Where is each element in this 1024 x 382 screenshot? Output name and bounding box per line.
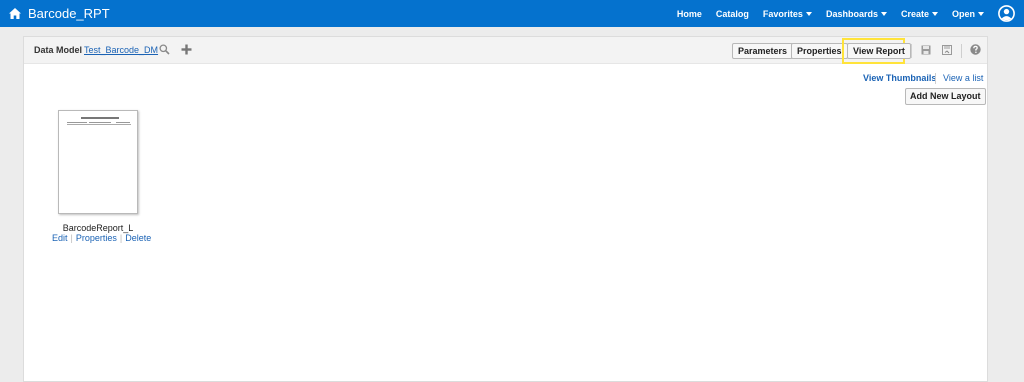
app-header: Barcode_RPT Home Catalog Favorites Dashb… — [0, 0, 1024, 27]
thumbnail-preview-row — [116, 122, 130, 123]
parameters-button[interactable]: Parameters — [732, 43, 794, 59]
thumbnail-preview-row — [89, 122, 111, 123]
data-model-label: Data Model — [34, 45, 83, 55]
chevron-down-icon — [931, 11, 938, 16]
layout-name: BarcodeReport_L — [62, 223, 134, 233]
nav-favorites[interactable]: Favorites — [763, 9, 812, 19]
view-list-link[interactable]: View a list — [943, 73, 983, 83]
thumbnail-preview-row — [67, 124, 131, 125]
nav-open[interactable]: Open — [952, 9, 984, 19]
layout-thumbnail[interactable] — [58, 110, 138, 214]
global-nav: Home Catalog Favorites Dashboards Create… — [663, 0, 984, 27]
nav-create[interactable]: Create — [901, 9, 938, 19]
nav-home-label: Home — [676, 8, 702, 19]
save-icon[interactable] — [921, 45, 931, 55]
view-report-button[interactable]: View Report — [847, 43, 911, 59]
delete-layout-link[interactable]: Delete — [125, 233, 151, 243]
add-new-layout-button[interactable]: Add New Layout — [905, 88, 986, 105]
nav-create-label: Create — [900, 8, 929, 19]
save-as-icon[interactable] — [942, 45, 952, 55]
view-thumbnails-link[interactable]: View Thumbnails — [863, 73, 936, 83]
nav-dashboards-label: Dashboards — [825, 8, 878, 19]
help-icon[interactable] — [970, 44, 981, 55]
nav-open-label: Open — [951, 8, 975, 19]
edit-layout-link[interactable]: Edit — [52, 233, 68, 243]
home-icon[interactable] — [9, 8, 21, 19]
thumbnail-preview-title — [81, 117, 119, 119]
report-editor-panel: Data Model Test_Barcode_DM Parameters Pr… — [23, 36, 988, 382]
action-divider: | — [119, 233, 123, 243]
properties-button[interactable]: Properties — [791, 43, 848, 59]
toolbar-divider — [961, 44, 962, 58]
nav-catalog-label: Catalog — [715, 8, 749, 19]
chevron-down-icon — [805, 11, 812, 16]
plus-icon[interactable] — [181, 44, 192, 55]
thumbnail-preview-row — [67, 122, 87, 123]
chevron-down-icon — [880, 11, 887, 16]
action-divider: | — [70, 233, 73, 243]
layout-actions: Edit | Properties | Delete — [52, 233, 151, 243]
nav-home[interactable]: Home — [677, 9, 702, 19]
view-report-highlight: View Report — [842, 38, 911, 64]
nav-catalog[interactable]: Catalog — [716, 9, 749, 19]
editor-toolbar: Data Model Test_Barcode_DM Parameters Pr… — [24, 37, 987, 64]
nav-dashboards[interactable]: Dashboards — [826, 9, 887, 19]
layout-properties-link[interactable]: Properties — [76, 233, 117, 243]
app-title: Barcode_RPT — [28, 6, 110, 21]
data-model-link[interactable]: Test_Barcode_DM — [84, 45, 158, 55]
view-options-divider — [935, 73, 936, 84]
search-icon[interactable] — [159, 44, 170, 55]
user-icon[interactable] — [998, 5, 1015, 22]
chevron-down-icon — [978, 11, 984, 16]
nav-favorites-label: Favorites — [762, 8, 803, 19]
toolbar-divider — [911, 44, 912, 58]
